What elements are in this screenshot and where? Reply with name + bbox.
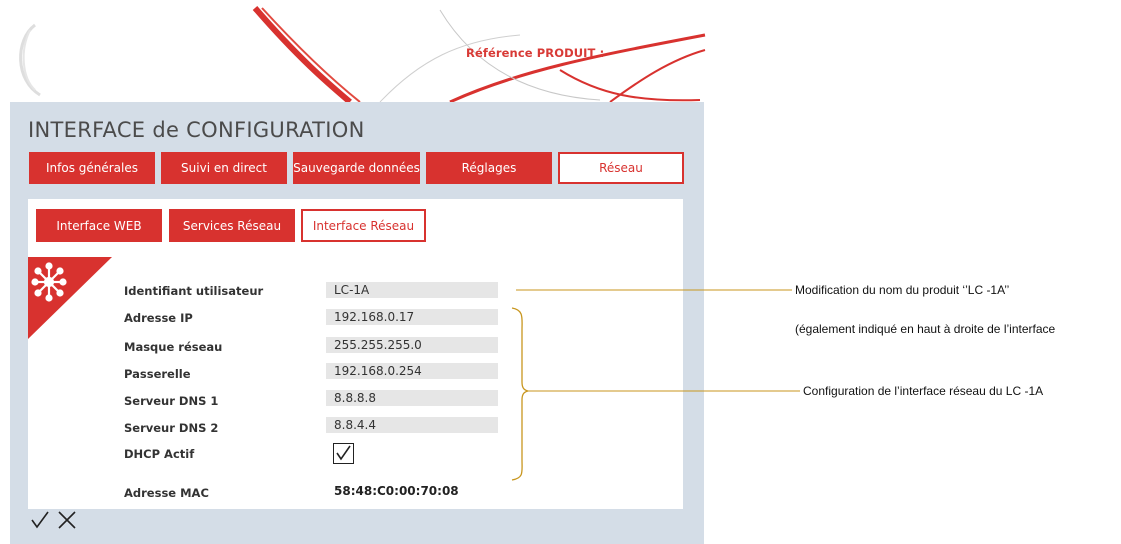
tab-suivi-en-direct[interactable]: Suivi en direct [161,152,287,184]
tab-label: Réseau [599,161,643,175]
annotation-network-config: Configuration de l’interface réseau du L… [803,384,1044,398]
field-label-dns2: Serveur DNS 2 [124,421,219,435]
tab-label: Réglages [461,161,517,175]
gateway-input[interactable]: 192.168.0.254 [326,363,498,379]
subtab-interface-web[interactable]: Interface WEB [36,209,162,242]
network-hub-icon [28,257,112,339]
subtab-label: Interface Réseau [312,218,415,233]
field-label-gateway: Passerelle [124,367,191,381]
field-label-dns1: Serveur DNS 1 [124,394,219,408]
reference-label: Référence PRODUIT : [466,46,605,60]
field-label-dhcp: DHCP Actif [124,447,195,461]
tab-infos-generales[interactable]: Infos générales [29,152,155,184]
tab-label: Suivi en direct [181,161,267,175]
netmask-input[interactable]: 255.255.255.0 [326,337,498,353]
subtab-interface-reseau[interactable]: Interface Réseau [301,209,426,242]
cancel-button[interactable] [57,510,77,530]
tab-reseau[interactable]: Réseau [558,152,684,184]
mac-address-value: 58:48:C0:00:70:08 [334,484,459,498]
tab-label: Infos générales [45,161,139,175]
subtab-label: Interface WEB [56,218,142,233]
annotation-name-change: Modification du nom du produit ‘’LC -1A’… [795,283,1010,297]
dhcp-checkbox[interactable] [333,443,354,464]
field-label-mask: Masque réseau [124,340,223,354]
tab-label: Sauvegarde données [293,161,420,175]
annotation-name-note: (également indiqué en haut à droite de l… [795,322,1056,336]
field-label-mac: Adresse MAC [124,486,209,500]
tab-sauvegarde-donnees[interactable]: Sauvegarde données [293,152,420,184]
check-icon [31,511,49,529]
header: Référence PRODUIT : [0,0,710,102]
subtab-services-reseau[interactable]: Services Réseau [169,209,295,242]
identifiant-input[interactable]: LC-1A [326,282,498,298]
dns2-input[interactable]: 8.8.4.4 [326,417,498,433]
field-label-identifiant: Identifiant utilisateur [124,284,264,298]
content-area [28,199,683,509]
confirm-button[interactable] [30,510,50,530]
close-icon [58,511,76,529]
check-icon [336,445,351,461]
tab-reglages[interactable]: Réglages [426,152,552,184]
ip-address-input[interactable]: 192.168.0.17 [326,309,498,325]
subtab-label: Services Réseau [182,218,282,233]
dns1-input[interactable]: 8.8.8.8 [326,390,498,406]
page-title: INTERFACE de CONFIGURATION [28,118,365,142]
field-label-ip: Adresse IP [124,311,193,325]
